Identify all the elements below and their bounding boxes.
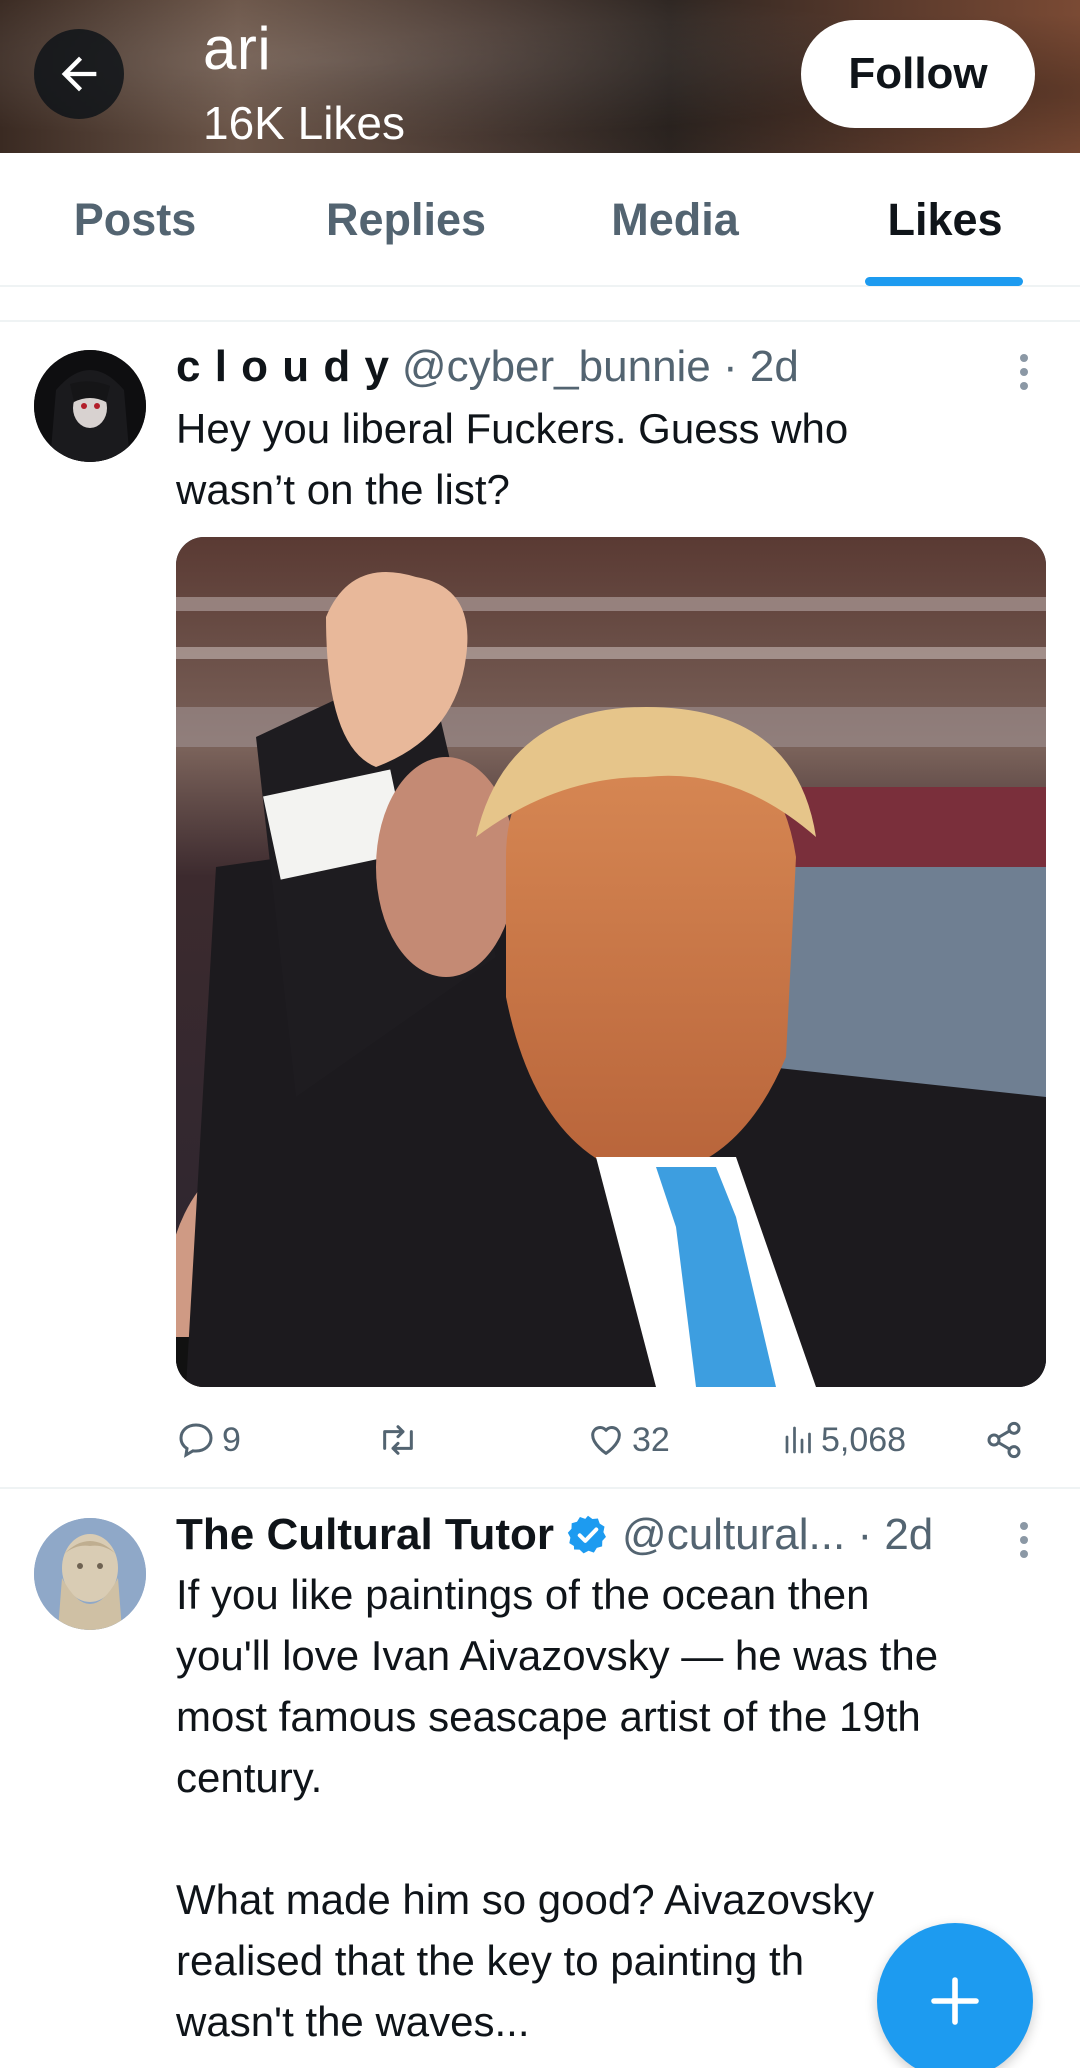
compose-button[interactable] — [877, 1923, 1033, 2068]
author-name[interactable]: The Cultural Tutor — [176, 1510, 554, 1560]
active-tab-indicator — [865, 277, 1023, 286]
reply-count: 9 — [222, 1420, 241, 1459]
views-chart-icon — [785, 1426, 811, 1454]
tweet-header: The Cultural Tutor @cultural... · 2d — [176, 1510, 933, 1560]
back-button[interactable] — [34, 29, 124, 119]
more-options-icon[interactable] — [1010, 1518, 1038, 1558]
plus-icon — [931, 1977, 979, 2025]
photo — [176, 537, 1046, 1387]
verified-badge-icon — [567, 1515, 607, 1554]
profile-tabs: Posts Replies Media Likes — [0, 153, 1080, 287]
author-name[interactable]: c l o u d y — [176, 342, 390, 392]
avatar-image — [34, 1518, 146, 1630]
tab-replies[interactable]: Replies — [300, 153, 512, 287]
reply-button[interactable]: 9 — [176, 1410, 241, 1470]
divider — [0, 320, 1080, 322]
repost-button[interactable] — [376, 1410, 420, 1470]
tweet-text: Hey you liberal Fuckers. Guess who wasn’… — [176, 405, 849, 513]
avatar[interactable] — [34, 1518, 146, 1630]
tab-likes[interactable]: Likes — [855, 153, 1035, 287]
repost-icon — [383, 1425, 413, 1455]
avatar-image — [34, 350, 146, 462]
views-button[interactable]: 5,068 — [781, 1410, 906, 1470]
profile-header: ari 16K Likes Follow — [0, 0, 1080, 153]
tweet-header: c l o u d y @cyber_bunnie · 2d — [176, 342, 799, 392]
share-icon — [987, 1421, 1021, 1459]
tab-posts[interactable]: Posts — [40, 153, 230, 287]
profile-name: ari — [203, 15, 272, 82]
arrow-left-icon — [61, 56, 97, 92]
share-button[interactable] — [984, 1410, 1024, 1470]
likes-count: 16K Likes — [203, 97, 406, 149]
follow-button[interactable]: Follow — [801, 20, 1035, 128]
more-options-icon[interactable] — [1010, 350, 1038, 390]
reply-icon — [179, 1423, 213, 1458]
avatar[interactable] — [34, 350, 146, 462]
divider — [0, 1487, 1080, 1489]
author-handle: @cultural... · 2d — [622, 1510, 934, 1559]
like-button[interactable]: 32 — [586, 1410, 670, 1470]
tweet-media-image[interactable] — [176, 537, 1046, 1387]
like-count: 32 — [632, 1420, 670, 1459]
views-count: 5,068 — [821, 1420, 907, 1459]
tweet-actions: 9 32 5,068 — [176, 1410, 1036, 1470]
tab-media[interactable]: Media — [585, 153, 765, 287]
author-handle: @cyber_bunnie · 2d — [401, 342, 799, 391]
heart-icon — [591, 1426, 621, 1455]
